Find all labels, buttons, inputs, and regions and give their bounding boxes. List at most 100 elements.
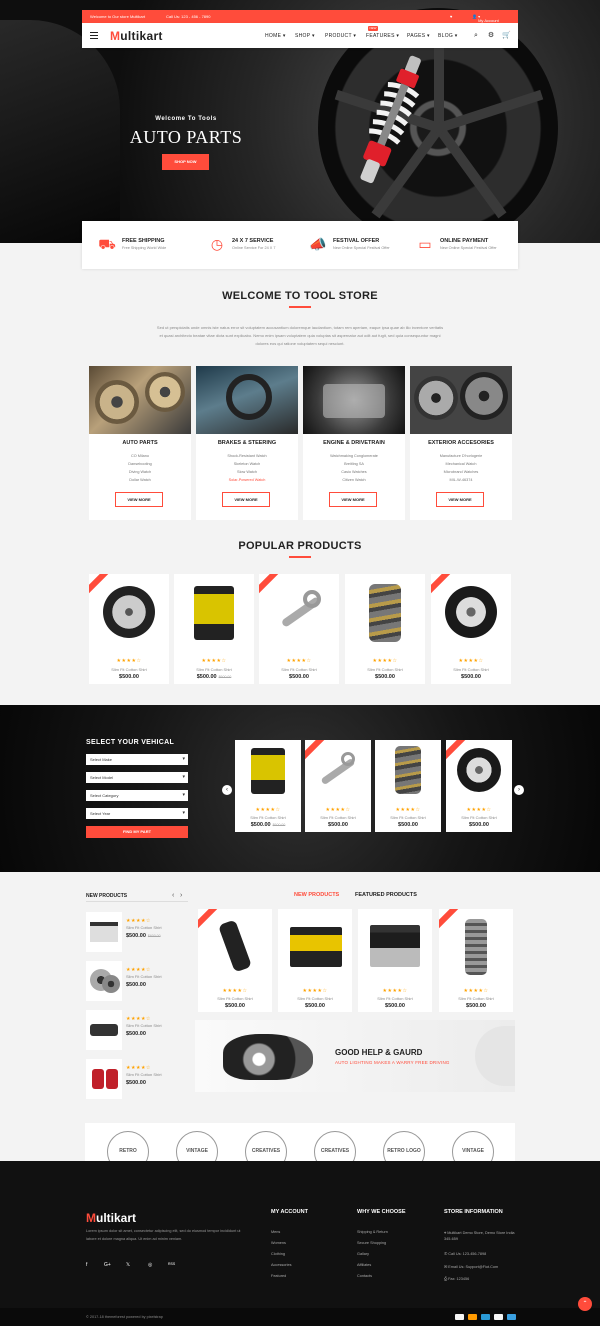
product-name[interactable]: Slim Fit Cotton Shirt (259, 667, 339, 672)
nav-product[interactable]: PRODUCT ▾ (325, 33, 356, 39)
chevron-right-icon[interactable]: › (514, 785, 524, 795)
chevron-right-icon[interactable]: › (180, 892, 182, 899)
footer-about: Lorem ipsum dolor sit amet, consectetur … (86, 1229, 241, 1241)
product-card[interactable]: new ★★★★☆ Slim Fit Cotton Shirt $500.00 (89, 574, 169, 684)
store-email[interactable]: ✉ Email Us: Support@Fiot.Com (444, 1264, 498, 1269)
banner-subtitle: AUTO LIGHTING MAKES A WARRY FREE DRIVING (335, 1060, 450, 1065)
list-item[interactable]: ★★★★☆ Slim Fit Cotton Shirt $500.00 (86, 1059, 188, 1099)
list-item[interactable]: ★★★★☆ Slim Fit Cotton Shirt $500.00 (86, 961, 188, 1001)
hero-title: AUTO PARTS (129, 127, 243, 147)
product-card[interactable]: new ★★★★☆ Slim Fit Cotton Shirt $500.00 (446, 740, 512, 832)
engine-drivetrain-image (303, 366, 405, 434)
product-name[interactable]: Slim Fit Cotton Shirt (431, 667, 511, 672)
product-card[interactable]: new ★★★★☆ Slim Fit Cotton Shirt $500.00 (305, 740, 371, 832)
cart-icon[interactable]: 🛒 (502, 32, 511, 40)
crankshaft-image (381, 744, 435, 796)
product-name[interactable]: Slim Fit Cotton Shirt (235, 815, 301, 820)
nav-shop[interactable]: SHOP ▾ (295, 33, 315, 39)
footer-link[interactable]: Mens (271, 1230, 280, 1234)
product-card[interactable]: ★★★★☆ Slim Fit Cotton Shirt $500.00 $600.… (174, 574, 254, 684)
google-plus-icon[interactable]: G+ (104, 1262, 111, 1268)
rating-stars: ★★★★☆ (382, 988, 408, 994)
nav-pages[interactable]: PAGES ▾ (407, 33, 430, 39)
nav-features[interactable]: FEATURES ▾ (366, 33, 399, 39)
product-name[interactable]: Slim Fit Cotton Shirt (358, 996, 432, 1001)
instagram-icon[interactable]: ◎ (148, 1262, 152, 1268)
product-card[interactable]: ★★★★☆ Slim Fit Cotton Shirt $500.00 (278, 909, 352, 1012)
find-my-part-button[interactable]: FIND MY PART (86, 826, 188, 838)
footer-link[interactable]: Accessories (271, 1263, 291, 1267)
product-name[interactable]: Slim Fit Cotton Shirt (89, 667, 169, 672)
view-more-button[interactable]: VIEW MORE (329, 492, 377, 507)
footer-link[interactable]: Clothing (271, 1252, 285, 1256)
twitter-icon[interactable]: 𝕏 (126, 1262, 130, 1268)
footer-link[interactable]: Gallary (357, 1252, 369, 1256)
product-name[interactable]: Slim Fit Cotton Shirt (305, 815, 371, 820)
tab-featured-products[interactable]: FEATURED PRODUCTS (355, 892, 417, 898)
product-name[interactable]: Slim Fit Cotton Shirt (198, 996, 272, 1001)
product-card[interactable]: ★★★★☆ Slim Fit Cotton Shirt $500.00 (345, 574, 425, 684)
battery-image (86, 912, 122, 952)
new-ribbon: new (305, 740, 327, 762)
battery-image (284, 915, 346, 977)
product-card[interactable]: new ★★★★☆ Slim Fit Cotton Shirt $500.00 (439, 909, 513, 1012)
list-item[interactable]: ★★★★☆ Slim Fit Cotton Shirt $500.00 (86, 1010, 188, 1050)
hamburger-menu-icon[interactable] (90, 32, 98, 39)
product-name[interactable]: Slim Fit Cotton Shirt (439, 996, 513, 1001)
select-category[interactable]: Select Category (86, 790, 188, 801)
chevron-left-icon[interactable]: ‹ (222, 785, 232, 795)
view-more-button[interactable]: VIEW MORE (115, 492, 163, 507)
footer-link[interactable]: Shipping & Return (357, 1230, 388, 1234)
chevron-left-icon[interactable]: ‹ (172, 892, 174, 899)
search-icon[interactable]: ⌕ (472, 32, 480, 40)
footer: Multikart Lorem ipsum dolor sit amet, co… (0, 1161, 600, 1308)
paypal-icon (481, 1314, 490, 1320)
rating-stars: ★★★★☆ (302, 988, 328, 994)
facebook-icon[interactable]: f (86, 1262, 87, 1268)
list-item[interactable]: ★★★★☆ Slim Fit Cotton Shirt $500.00 $600.… (86, 912, 188, 952)
footer-link[interactable]: Contacts (357, 1274, 372, 1278)
product-card[interactable]: new ★★★★☆ Slim Fit Cotton Shirt $500.00 (198, 909, 272, 1012)
rating-stars: ★★★★☆ (463, 988, 489, 994)
footer-link[interactable]: Womens (271, 1241, 286, 1245)
scroll-to-top-button[interactable]: ⌃ (578, 1297, 592, 1311)
brakes-steering-image (196, 366, 298, 434)
vehicle-title: SELECT YOUR VEHICAL (86, 739, 175, 746)
tab-new-products[interactable]: NEW PRODUCTS (294, 892, 339, 898)
product-card[interactable]: ★★★★☆ Slim Fit Cotton Shirt $500.00 (358, 909, 432, 1012)
product-price: $500.00 (305, 1003, 325, 1009)
rating-stars: ★★★★☆ (372, 658, 398, 664)
page: Welcome to Our store Multikart Call Us: … (0, 0, 600, 1326)
footer-link[interactable]: Secure Shopping (357, 1241, 386, 1245)
heart-icon[interactable]: ♥ (450, 14, 452, 19)
nav-blog[interactable]: BLOG ▾ (438, 33, 458, 39)
rss-icon[interactable]: RSS (168, 1262, 175, 1266)
footer-logo[interactable]: Multikart (86, 1211, 136, 1225)
product-name[interactable]: Slim Fit Cotton Shirt (446, 815, 512, 820)
product-card[interactable]: new ★★★★☆ Slim Fit Cotton Shirt $500.00 (431, 574, 511, 684)
product-name[interactable]: Slim Fit Cotton Shirt (345, 667, 425, 672)
promo-banner[interactable]: GOOD HELP & GAURD AUTO LIGHTING MAKES A … (195, 1020, 515, 1092)
select-make[interactable]: Select Make (86, 754, 188, 765)
footer-link[interactable]: Featured (271, 1274, 286, 1278)
gear-icon[interactable]: ⚙ (487, 32, 495, 40)
category-card: ENGINE & DRIVETRAIN Watchmaking Conglome… (303, 366, 405, 520)
footer-link[interactable]: Affiliates (357, 1263, 371, 1267)
select-model[interactable]: Select Model (86, 772, 188, 783)
category-card: EXTERIOR ACCESORIES Manufacture D'horlog… (410, 366, 512, 520)
product-card[interactable]: ★★★★☆ Slim Fit Cotton Shirt $500.00 (375, 740, 441, 832)
my-account-link[interactable]: 👤 My Account ▾ (472, 14, 499, 23)
product-name[interactable]: Slim Fit Cotton Shirt (174, 667, 254, 672)
logo[interactable]: Multikart (110, 29, 163, 43)
view-more-button[interactable]: VIEW MORE (436, 492, 484, 507)
product-card[interactable]: new ★★★★☆ Slim Fit Cotton Shirt $500.00 (259, 574, 339, 684)
rating-stars: ★★★★☆ (395, 807, 421, 813)
select-year[interactable]: Select Year (86, 808, 188, 819)
product-card[interactable]: ★★★★☆ Slim Fit Cotton Shirt $500.00 $600.… (235, 740, 301, 832)
view-more-button[interactable]: VIEW MORE (222, 492, 270, 507)
shop-now-button[interactable]: SHOP NOW (162, 154, 209, 170)
product-name[interactable]: Slim Fit Cotton Shirt (375, 815, 441, 820)
nav-home[interactable]: HOME ▾ (265, 33, 286, 39)
product-name[interactable]: Slim Fit Cotton Shirt (278, 996, 352, 1001)
auto-parts-image (89, 366, 191, 434)
